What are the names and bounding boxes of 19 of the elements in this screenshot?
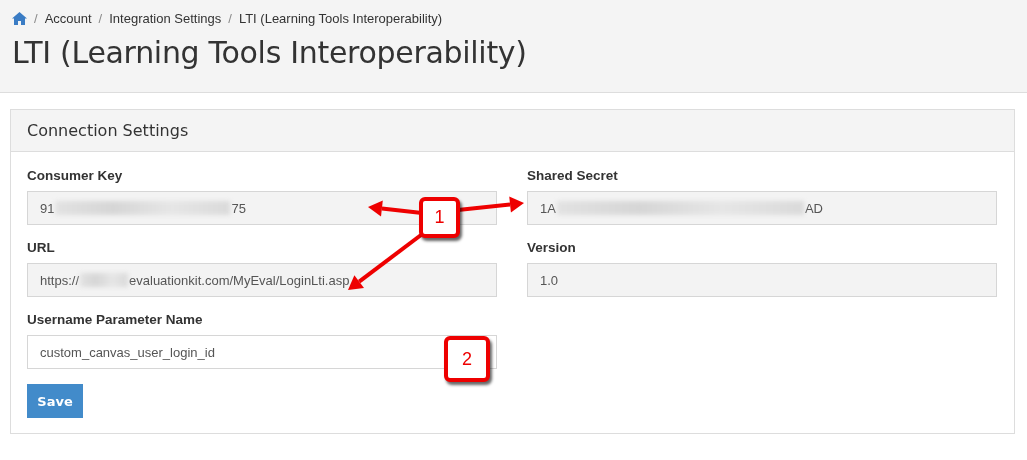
save-button[interactable]: Save: [27, 384, 83, 418]
field-label: Consumer Key: [27, 168, 124, 184]
input-field[interactable]: 1A AD: [527, 191, 997, 225]
callout-number: 2: [444, 336, 490, 382]
panel-title: Connection Settings: [27, 121, 189, 140]
callout-number: 1: [419, 197, 460, 238]
field-label: Shared Secret: [527, 168, 619, 184]
breadcrumb-link[interactable]: Account: [44, 10, 92, 26]
field-label: Version: [527, 240, 577, 256]
input-field[interactable]: https:// evaluationkit.com/MyEval/LoginLti.asp: [27, 263, 497, 297]
page-title: LTI (Learning Tools Interoperability): [12, 35, 528, 70]
input-field[interactable]: 1.0: [527, 263, 997, 297]
field-label: Username Parameter Name: [27, 312, 204, 328]
breadcrumb-separator: /: [98, 10, 103, 26]
breadcrumb-current: LTI (Learning Tools Interoperability): [238, 10, 443, 26]
breadcrumb-separator: /: [228, 10, 232, 26]
breadcrumb-link[interactable]: Integration Settings: [109, 10, 222, 26]
field-label: URL: [27, 240, 56, 256]
breadcrumb-separator: /: [34, 10, 38, 26]
